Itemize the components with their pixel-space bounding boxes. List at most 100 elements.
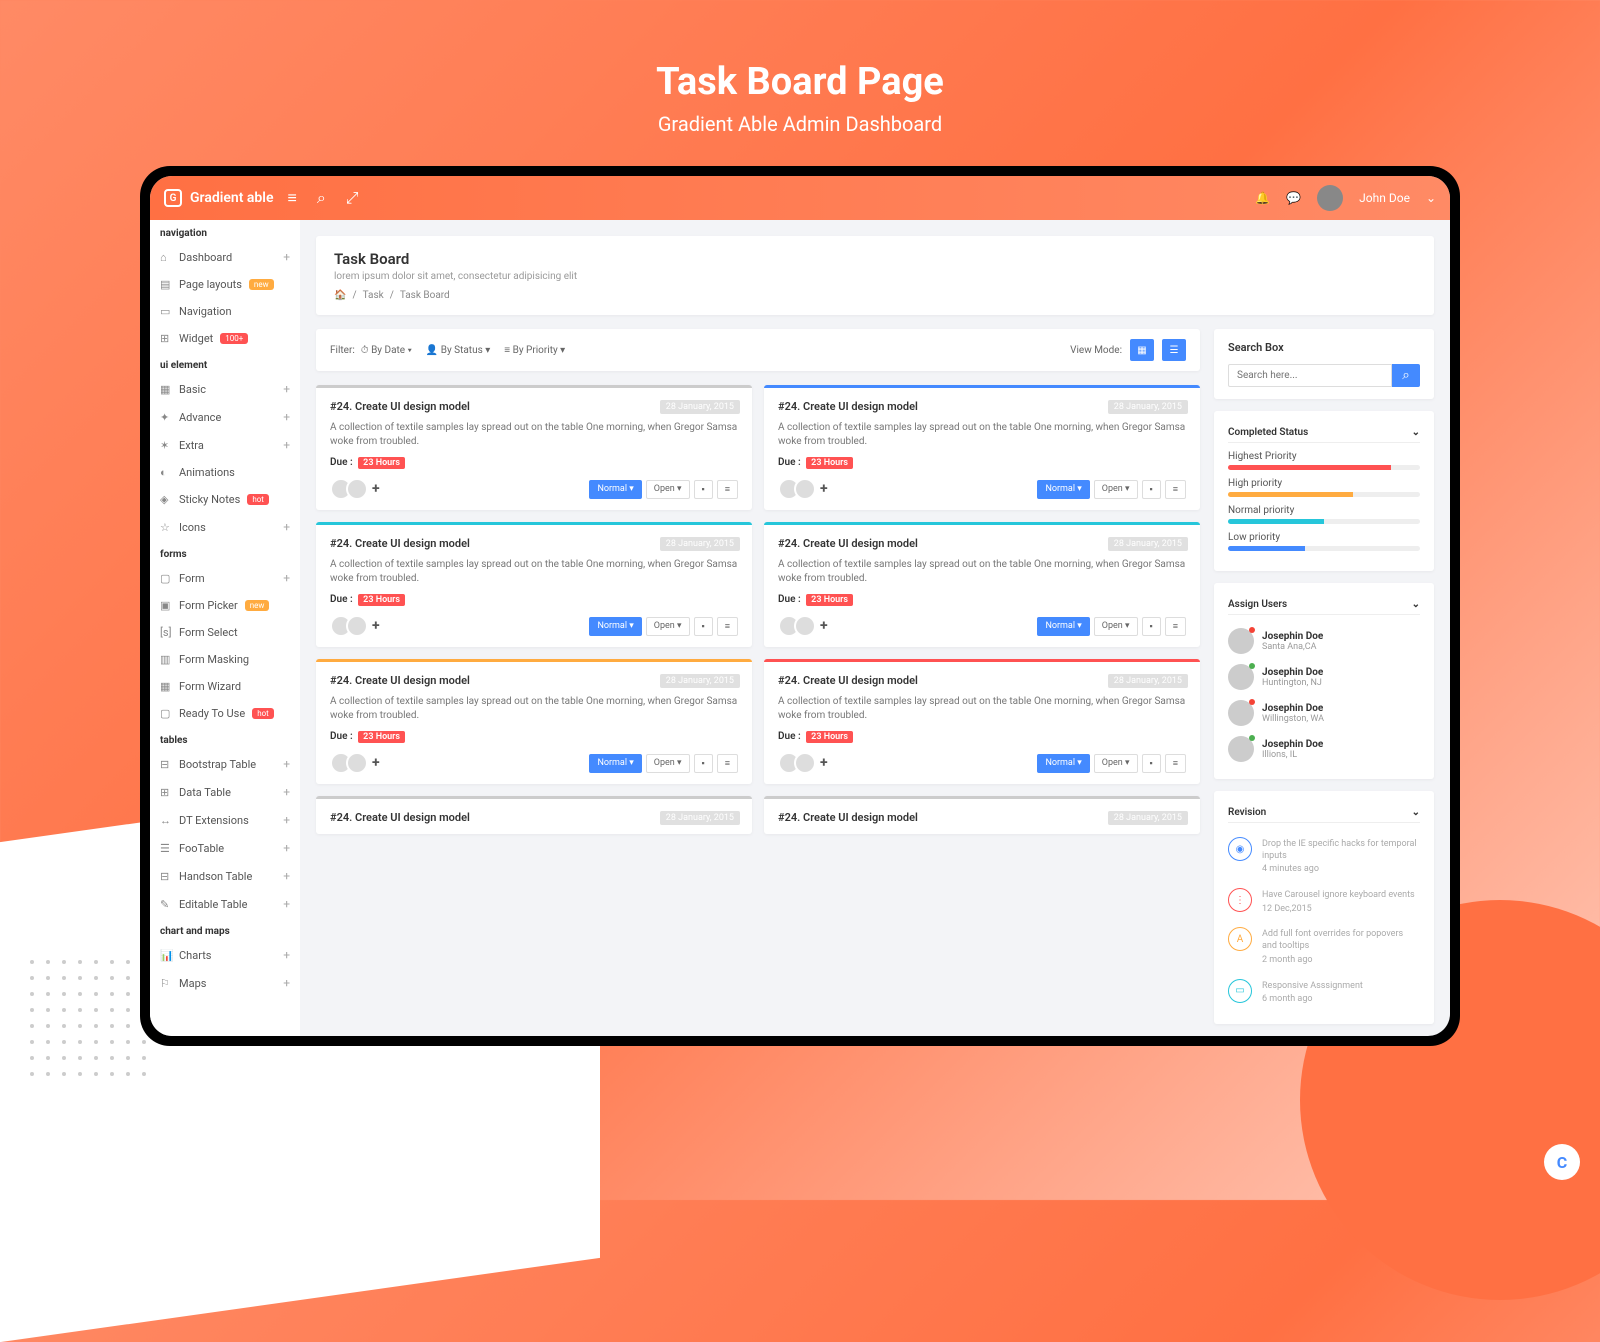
nav-charts[interactable]: 📊Charts+	[150, 941, 300, 969]
nav-advance[interactable]: ✦Advance+	[150, 403, 300, 431]
avatar[interactable]	[346, 615, 368, 637]
priority-dropdown[interactable]: Normal ▾	[589, 480, 641, 499]
home-icon[interactable]: 🏠	[334, 290, 346, 301]
user-row[interactable]: Josephin DoeWillingston, WA	[1228, 695, 1420, 731]
avatar[interactable]	[346, 478, 368, 500]
more-button[interactable]: ▪	[694, 480, 713, 499]
nav-data-table[interactable]: ⊞Data Table+	[150, 778, 300, 806]
avatar[interactable]	[794, 478, 816, 500]
priority-dropdown[interactable]: Normal ▾	[1037, 480, 1089, 499]
nav-footable[interactable]: ☰FooTable+	[150, 834, 300, 862]
chevron-down-icon[interactable]: ⌄	[1412, 427, 1420, 438]
nav-editable-table[interactable]: ✎Editable Table+	[150, 890, 300, 918]
search-icon[interactable]: ⌕	[317, 188, 326, 208]
add-user-button[interactable]: +	[372, 618, 380, 634]
crumb-task[interactable]: Task	[363, 290, 384, 301]
priority-dropdown[interactable]: Normal ▾	[589, 617, 641, 636]
chat-icon[interactable]: 💬	[1286, 191, 1301, 205]
filter-by-date[interactable]: ⏱ By Date ▾	[361, 345, 412, 356]
decorative-dots	[30, 960, 150, 1080]
nav-basic[interactable]: ▦Basic+	[150, 375, 300, 403]
nav-navigation[interactable]: ▭Navigation	[150, 298, 300, 325]
add-user-button[interactable]: +	[820, 618, 828, 634]
task-due: Due : 23 Hours	[330, 457, 738, 468]
menu-button[interactable]: ≡	[717, 480, 738, 499]
add-user-button[interactable]: +	[372, 481, 380, 497]
add-user-button[interactable]: +	[820, 481, 828, 497]
more-button[interactable]: ▪	[694, 617, 713, 636]
filter-label: Filter:	[330, 345, 355, 356]
priority-dropdown[interactable]: Normal ▾	[1037, 754, 1089, 773]
chevron-down-icon[interactable]: ⌄	[1426, 191, 1436, 205]
menu-button[interactable]: ≡	[1165, 617, 1186, 636]
status-dropdown[interactable]: Open ▾	[1094, 754, 1138, 773]
brand[interactable]: G Gradient able	[164, 189, 273, 207]
nav-widget[interactable]: ⊞Widget100+	[150, 325, 300, 352]
search-input[interactable]	[1228, 364, 1392, 387]
more-button[interactable]: ▪	[1142, 754, 1161, 773]
task-card: #24. Create UI design model 28 January, …	[764, 522, 1200, 647]
add-user-button[interactable]: +	[820, 755, 828, 771]
nav-page-layouts[interactable]: ▤Page layoutsnew	[150, 271, 300, 298]
more-button[interactable]: ▪	[1142, 480, 1161, 499]
chevron-down-icon[interactable]: ⌄	[1412, 599, 1420, 610]
nav-form-wizard[interactable]: ▦Form Wizard	[150, 673, 300, 700]
nav-section-navigation: navigation	[150, 220, 300, 243]
user-row[interactable]: Josephin DoeIllions, IL	[1228, 731, 1420, 767]
task-date: 28 January, 2015	[1108, 400, 1188, 414]
revision-row[interactable]: ⋮Have Carousel ignore keyboard events12 …	[1228, 882, 1420, 921]
nav-handson-table[interactable]: ⊟Handson Table+	[150, 862, 300, 890]
nav-ready-to-use[interactable]: ▢Ready To Usehot	[150, 700, 300, 727]
avatar[interactable]	[794, 615, 816, 637]
avatar[interactable]	[346, 752, 368, 774]
bell-icon[interactable]: 🔔	[1255, 191, 1270, 205]
priority-dropdown[interactable]: Normal ▾	[1037, 617, 1089, 636]
nav-sticky-notes[interactable]: ◈Sticky Noteshot	[150, 486, 300, 513]
task-desc: A collection of textile samples lay spre…	[778, 695, 1186, 723]
nav-form-select[interactable]: [s]Form Select	[150, 619, 300, 646]
revision-row[interactable]: AAdd full font overrides for popovers an…	[1228, 921, 1420, 972]
nav-animations[interactable]: ◐Animations	[150, 459, 300, 486]
nav-dt-extensions[interactable]: ↔DT Extensions+	[150, 806, 300, 834]
user-name[interactable]: John Doe	[1359, 191, 1410, 205]
avatar[interactable]	[1317, 185, 1343, 211]
search-button[interactable]: ⌕	[1392, 364, 1420, 387]
view-list-button[interactable]: ☰	[1162, 339, 1186, 361]
menu-button[interactable]: ≡	[1165, 480, 1186, 499]
status-dropdown[interactable]: Open ▾	[1094, 480, 1138, 499]
status-dropdown[interactable]: Open ▾	[646, 480, 690, 499]
menu-button[interactable]: ≡	[717, 754, 738, 773]
revision-row[interactable]: ▭Responsive Asssignment6 month ago	[1228, 973, 1420, 1012]
user-row[interactable]: Josephin DoeHuntington, NJ	[1228, 659, 1420, 695]
chevron-down-icon[interactable]: ⌄	[1412, 807, 1420, 818]
nav-bootstrap-table[interactable]: ⊟Bootstrap Table+	[150, 750, 300, 778]
nav-dashboard[interactable]: ⌂Dashboard+	[150, 243, 300, 271]
status-dropdown[interactable]: Open ▾	[646, 754, 690, 773]
breadcrumb: 🏠 / Task / Task Board	[334, 290, 1416, 301]
menu-button[interactable]: ≡	[1165, 754, 1186, 773]
nav-section-charts: chart and maps	[150, 918, 300, 941]
more-button[interactable]: ▪	[694, 754, 713, 773]
view-grid-button[interactable]: ▦	[1130, 339, 1154, 361]
fullscreen-icon[interactable]: ⤢	[346, 188, 359, 208]
priority-dropdown[interactable]: Normal ▾	[589, 754, 641, 773]
filter-by-priority[interactable]: ≡ By Priority ▾	[504, 345, 565, 356]
add-user-button[interactable]: +	[372, 755, 380, 771]
ready-icon: ▢	[160, 707, 172, 720]
nav-form[interactable]: ▢Form+	[150, 564, 300, 592]
menu-button[interactable]: ≡	[717, 617, 738, 636]
revision-row[interactable]: ◉Drop the IE specific hacks for temporal…	[1228, 831, 1420, 882]
more-button[interactable]: ▪	[1142, 617, 1161, 636]
nav-extra[interactable]: ✶Extra+	[150, 431, 300, 459]
nav-icons[interactable]: ☆Icons+	[150, 513, 300, 541]
filter-by-status[interactable]: 👤 By Status ▾	[426, 345, 490, 356]
status-dropdown[interactable]: Open ▾	[1094, 617, 1138, 636]
user-row[interactable]: Josephin DoeSanta Ana,CA	[1228, 623, 1420, 659]
avatar[interactable]	[794, 752, 816, 774]
status-dropdown[interactable]: Open ▾	[646, 617, 690, 636]
task-desc: A collection of textile samples lay spre…	[330, 421, 738, 449]
menu-icon[interactable]: ≡	[287, 188, 296, 208]
nav-form-masking[interactable]: ▥Form Masking	[150, 646, 300, 673]
nav-form-picker[interactable]: ▣Form Pickernew	[150, 592, 300, 619]
nav-maps[interactable]: ⚐Maps+	[150, 969, 300, 997]
